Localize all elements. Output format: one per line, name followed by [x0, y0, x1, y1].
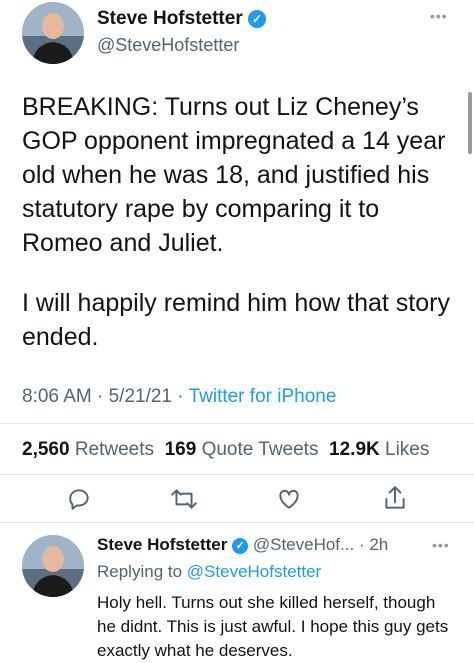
retweets-label: Retweets — [74, 439, 155, 460]
tweet-date: 5/21/21 — [108, 386, 173, 407]
reply-text: Holy hell. Turns out she killed herself,… — [97, 593, 449, 660]
reply-age: · 2h — [358, 535, 389, 554]
replying-to-prefix: Replying to — [97, 562, 183, 581]
verified-badge-icon: ✓ — [232, 537, 249, 554]
tweet-source-link[interactable]: Twitter for iPhone — [189, 386, 337, 407]
tweet-text-2: I will happily remind him how that story… — [22, 289, 450, 351]
likes-label: Likes — [385, 439, 430, 460]
quotes-count: 169 — [164, 439, 197, 460]
quotes-label: Quote Tweets — [201, 439, 319, 460]
replying-to: Replying to @SteveHofstetter — [97, 562, 321, 582]
like-icon[interactable] — [276, 486, 302, 512]
tweet-meta: 8:06 AM · 5/21/21 · Twitter for iPhone — [22, 386, 337, 407]
reply-author-avatar[interactable] — [22, 535, 84, 597]
author-avatar[interactable] — [22, 2, 84, 64]
likes-stat[interactable]: 12.9K Likes — [329, 439, 429, 460]
tweet-stats: 2,560 Retweets 169 Quote Tweets 12.9K Li… — [22, 439, 429, 461]
author-line: Steve Hofstetter ✓ — [97, 8, 266, 30]
author-handle[interactable]: @SteveHofstetter — [97, 35, 239, 56]
divider — [0, 423, 474, 424]
retweet-icon[interactable] — [170, 486, 198, 512]
likes-count: 12.9K — [329, 439, 380, 460]
retweets-stat[interactable]: 2,560 Retweets — [22, 439, 154, 460]
reply-icon[interactable] — [66, 486, 92, 512]
tweet-text: BREAKING: Turns out Liz Cheney’s GOP opp… — [22, 93, 446, 257]
reply-author-name[interactable]: Steve Hofstetter — [97, 535, 227, 554]
more-icon[interactable]: ••• — [432, 537, 450, 553]
divider — [0, 474, 474, 475]
retweets-count: 2,560 — [22, 439, 70, 460]
more-icon[interactable]: ••• — [430, 8, 448, 24]
reply-author-handle[interactable]: @SteveHof... — [253, 535, 354, 554]
share-icon[interactable] — [382, 484, 408, 512]
replying-to-handle[interactable]: @SteveHofstetter — [187, 562, 321, 581]
tweet-time: 8:06 AM — [22, 386, 92, 407]
divider — [0, 522, 474, 523]
scrollbar[interactable] — [468, 92, 472, 154]
verified-badge-icon: ✓ — [248, 9, 266, 28]
reply-author-line: Steve Hofstetter ✓ @SteveHof... · 2h — [97, 535, 388, 555]
quotes-stat[interactable]: 169 Quote Tweets — [165, 439, 319, 460]
author-name[interactable]: Steve Hofstetter — [97, 8, 243, 29]
